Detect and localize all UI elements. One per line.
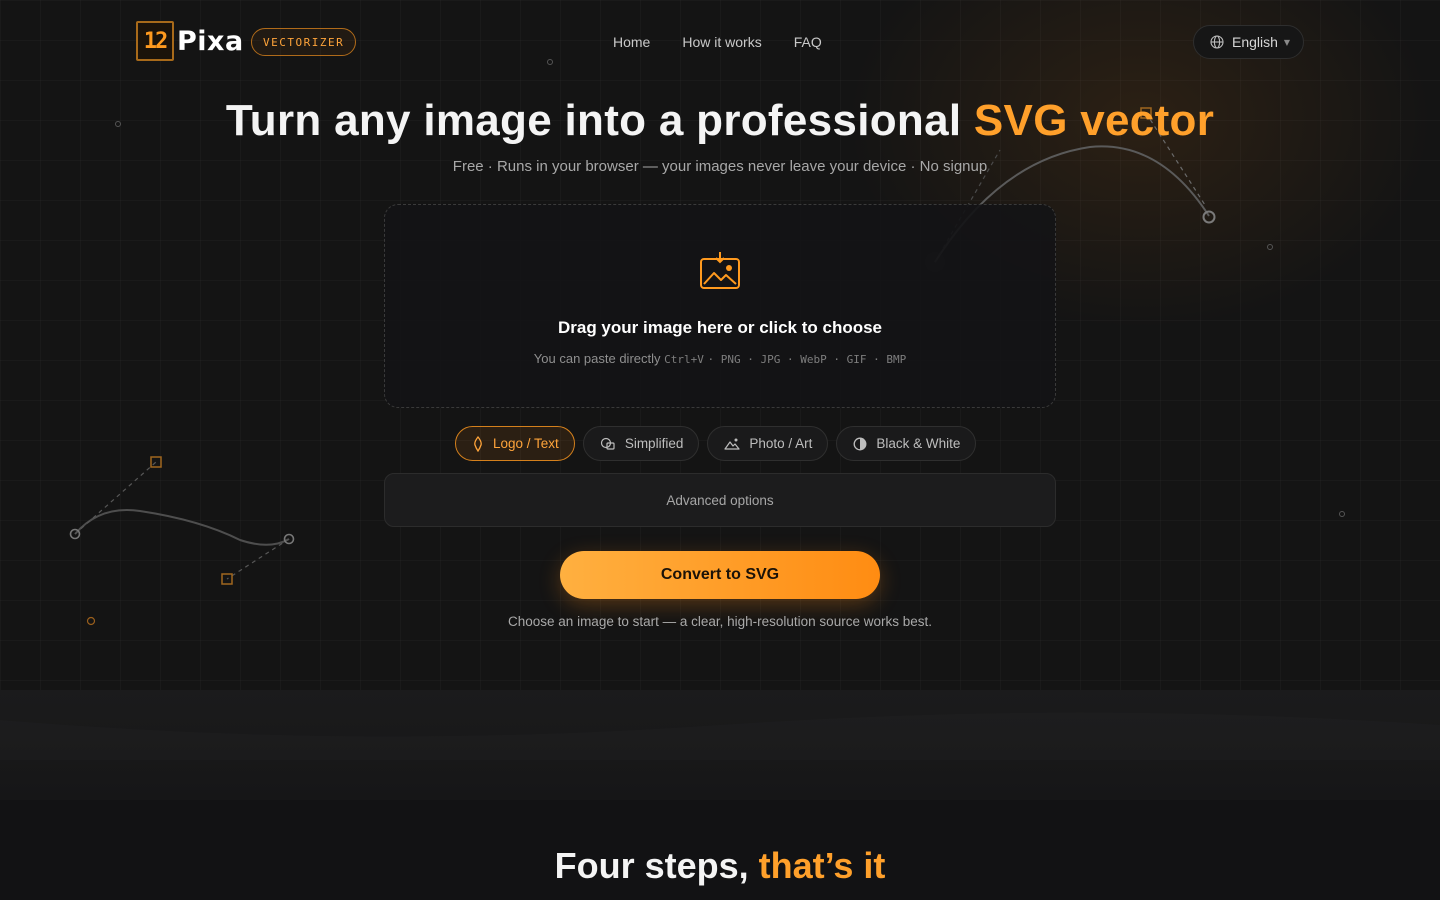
nav-how-it-works[interactable]: How it works — [682, 34, 761, 50]
logo-mark: 12 — [136, 21, 174, 61]
mountain-icon — [724, 438, 740, 450]
dropzone-title: Drag your image here or click to choose — [557, 318, 883, 337]
language-selector[interactable]: English ▼ — [1193, 25, 1304, 59]
mode-label: Simplified — [624, 436, 684, 451]
chevron-down-icon: ▼ — [1283, 37, 1291, 47]
paste-hint: You can paste directly — [533, 351, 661, 366]
mode-logo-text[interactable]: Logo / Text — [455, 426, 575, 461]
steps-title-accent: that’s it — [758, 845, 886, 886]
divider-wave — [0, 700, 1440, 760]
contrast-icon — [853, 437, 867, 450]
mode-black-white[interactable]: Black & White — [836, 426, 977, 461]
supported-formats: · PNG · JPG · WebP · GIF · BMP — [707, 353, 907, 366]
main-nav: Home How it works FAQ — [613, 34, 822, 50]
title-main: Turn any image into a professional — [225, 96, 974, 145]
image-dropzone[interactable]: Drag your image here or click to choose … — [384, 204, 1056, 408]
mode-label: Photo / Art — [749, 436, 813, 451]
globe-icon — [1210, 35, 1224, 49]
nav-faq[interactable]: FAQ — [794, 34, 822, 50]
steps-title-main: Four steps, — [554, 845, 759, 886]
mode-label: Black & White — [876, 436, 961, 451]
nav-home[interactable]: Home — [613, 34, 650, 50]
mode-photo-art[interactable]: Photo / Art — [707, 426, 829, 461]
vectorizer-badge: VECTORIZER — [251, 28, 357, 56]
logo[interactable]: 12 Pixa — [136, 21, 244, 61]
paste-shortcut: Ctrl+V — [664, 353, 704, 366]
page-title: Turn any image into a professional SVG v… — [0, 96, 1440, 146]
mode-label: Logo / Text — [493, 436, 559, 451]
steps-heading: Four steps, that’s it — [0, 845, 1440, 887]
logo-wordmark: Pixa — [177, 25, 244, 57]
mode-simplified[interactable]: Simplified — [582, 426, 700, 461]
pen-nib-icon — [474, 435, 482, 452]
convert-button[interactable]: Convert to SVG — [560, 551, 880, 599]
mode-selector: Logo / Text Simplified Photo / Art Black… — [455, 426, 977, 461]
convert-help-text: Choose an image to start — a clear, high… — [508, 614, 932, 629]
dropzone-hint: You can paste directly Ctrl+V · PNG · JP… — [385, 351, 1055, 366]
title-accent: SVG vector — [973, 96, 1215, 145]
shapes-icon — [600, 437, 615, 450]
page-subtitle: Free · Runs in your browser — your image… — [452, 158, 988, 175]
image-upload-icon — [700, 252, 740, 289]
language-label: English — [1232, 34, 1278, 50]
advanced-options-toggle[interactable]: Advanced options — [384, 473, 1056, 527]
